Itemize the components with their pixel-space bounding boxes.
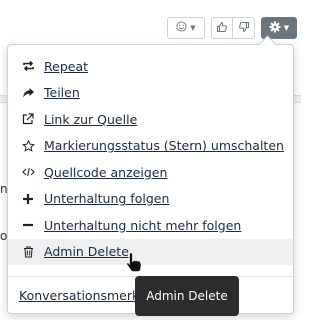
chevron-down-icon: ▼	[283, 24, 290, 32]
menu-item-share[interactable]: Teilen	[8, 80, 293, 107]
menu-item-label: Link zur Quelle	[44, 111, 138, 127]
dislike-button[interactable]	[233, 17, 255, 39]
code-icon	[19, 166, 37, 178]
menu-item-label: Markierungsstatus (Stern) umschalten	[44, 138, 284, 154]
like-dislike-group	[211, 17, 255, 39]
external-link-icon	[19, 113, 37, 125]
menu-item-label: Repeat	[44, 58, 89, 74]
smile-icon	[176, 21, 187, 35]
chevron-down-icon: ▼	[190, 24, 196, 32]
post-toolbar: ▼ ▼	[167, 17, 297, 39]
dropdown-menu-list: Repeat Teilen Link zur Quelle Markierung…	[8, 45, 293, 265]
menu-item-source-link[interactable]: Link zur Quelle	[8, 106, 293, 133]
menu-item-label: Unterhaltung nicht mehr folgen	[44, 217, 242, 233]
hand-pointer-cursor-icon	[124, 251, 146, 275]
emoji-reaction-button[interactable]: ▼	[167, 17, 205, 39]
thumbs-down-icon	[238, 21, 250, 36]
repeat-icon	[19, 60, 37, 72]
post-actions-dropdown: Repeat Teilen Link zur Quelle Markierung…	[7, 44, 294, 314]
menu-item-admin-delete[interactable]: Admin Delete	[8, 238, 293, 265]
gear-icon	[269, 21, 281, 36]
menu-item-repeat[interactable]: Repeat	[8, 53, 293, 80]
menu-item-toggle-star[interactable]: Markierungsstatus (Stern) umschalten	[8, 133, 293, 160]
plus-icon	[19, 193, 37, 205]
thumbs-up-icon	[216, 21, 228, 36]
share-icon	[19, 87, 37, 99]
menu-item-view-source[interactable]: Quellcode anzeigen	[8, 159, 293, 186]
menu-item-follow-thread[interactable]: Unterhaltung folgen	[8, 186, 293, 213]
star-icon	[19, 139, 37, 152]
menu-item-unfollow-thread[interactable]: Unterhaltung nicht mehr folgen	[8, 212, 293, 239]
menu-item-label: Unterhaltung folgen	[44, 191, 170, 207]
menu-item-label: Teilen	[44, 85, 80, 101]
menu-item-label: Quellcode anzeigen	[44, 164, 168, 180]
minus-icon	[19, 219, 37, 231]
tooltip: Admin Delete	[135, 276, 239, 316]
trash-icon	[19, 246, 37, 258]
like-button[interactable]	[211, 17, 233, 39]
menu-item-label: Admin Delete	[44, 244, 129, 260]
